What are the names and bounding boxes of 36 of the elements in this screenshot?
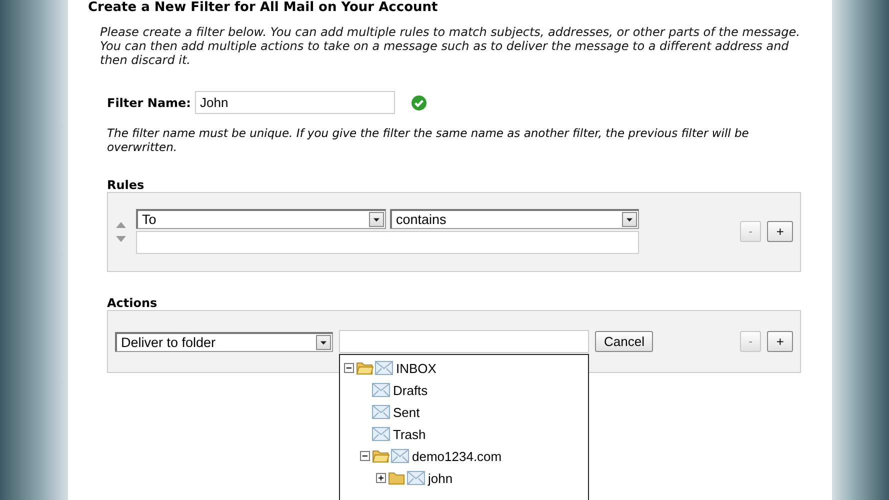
folder-name[interactable]: Trash	[393, 426, 426, 442]
envelope-icon	[375, 360, 393, 376]
page-title: Create a New Filter for All Mail on Your Account	[88, 0, 439, 15]
envelope-icon	[372, 426, 390, 442]
envelope-icon	[372, 382, 390, 398]
collapse-icon[interactable]	[344, 362, 355, 374]
folder-name[interactable]: demo1234.com	[412, 448, 502, 464]
actions-heading: Actions	[107, 296, 158, 310]
envelope-icon	[391, 448, 409, 464]
cancel-button[interactable]: Cancel	[595, 331, 654, 352]
folder-name[interactable]: Sent	[393, 404, 420, 420]
collapse-icon[interactable]	[360, 450, 371, 462]
intro-text: Please create a filter below. You can add multiple rules to match subjects, addresses, or other parts of the message. You can then add multiple actions to take on a message such as to deliver the message to a different address and then discard it.	[100, 25, 801, 67]
open-folder-icon	[372, 449, 390, 463]
action-select[interactable]: Deliver to folder	[115, 332, 333, 352]
dropdown-caret-icon[interactable]	[369, 212, 384, 227]
envelope-icon	[407, 470, 425, 486]
field-select[interactable]: To	[136, 209, 386, 229]
add-button[interactable]: +	[767, 331, 793, 352]
dropdown-caret-icon[interactable]	[622, 212, 637, 227]
open-folder-icon	[356, 361, 374, 375]
envelope-icon	[372, 404, 390, 420]
dropdown-caret-icon[interactable]	[316, 334, 331, 350]
filter-name-note: The filter name must be unique. If you give the filter the same name as another filter, the previous filter will be overwritten.	[107, 126, 750, 154]
rules-heading: Rules	[107, 178, 146, 192]
folder-name[interactable]: INBOX	[396, 360, 436, 376]
operator-select[interactable]: contains	[390, 209, 639, 229]
folder-name[interactable]: Drafts	[393, 382, 428, 398]
rule-value-field[interactable]	[136, 231, 639, 254]
folder-name[interactable]: john	[428, 470, 453, 486]
filter-name-field[interactable]: John	[194, 91, 395, 114]
expand-icon[interactable]	[376, 472, 387, 484]
folder-icon	[388, 471, 406, 485]
filter-name-label: Filter Name:	[107, 96, 191, 110]
add-button[interactable]: +	[767, 221, 793, 242]
folder-field[interactable]	[339, 330, 589, 353]
